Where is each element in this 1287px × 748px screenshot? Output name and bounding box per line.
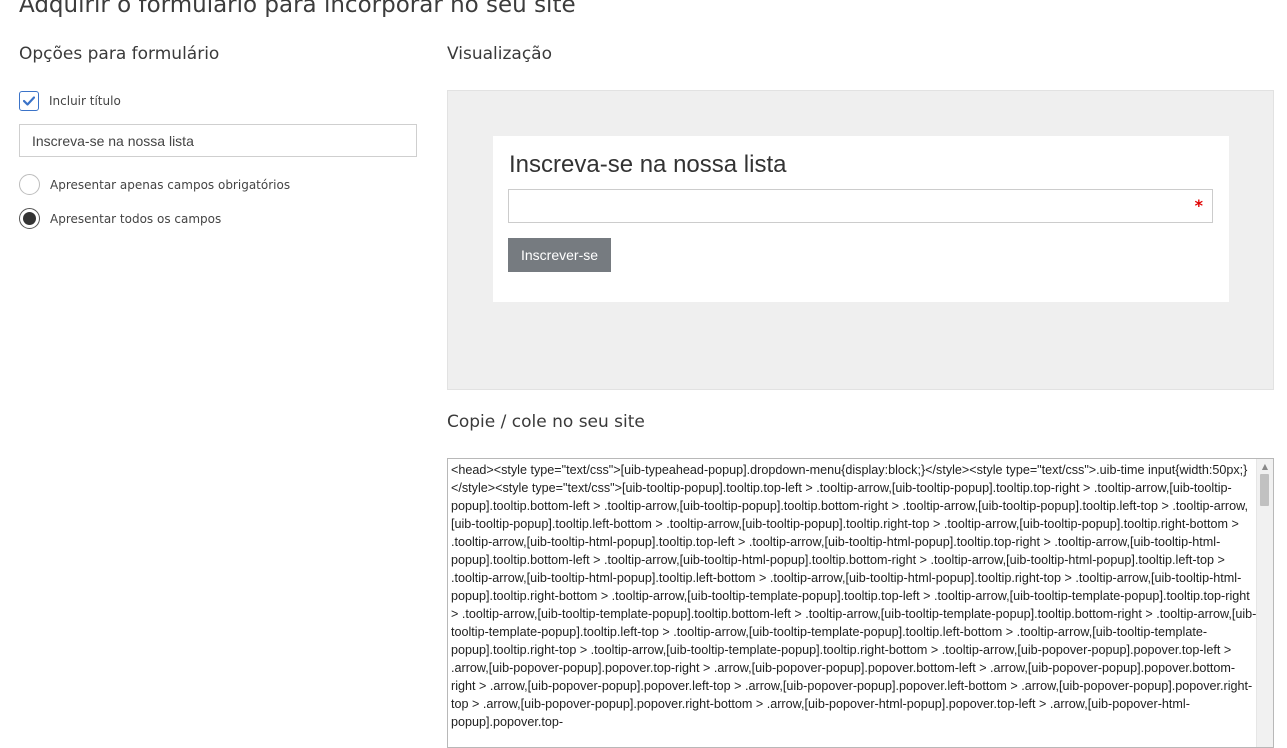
radio-required-fields-option[interactable]: Apresentar apenas campos obrigatórios [19,174,290,195]
preview-panel: Inscreva-se na nossa lista * Inscrever-s… [447,90,1274,390]
include-title-option[interactable]: Incluir título [19,91,121,111]
embed-code-textarea[interactable]: <head><style type="text/css">[uib-typeah… [447,458,1274,748]
preview-email-field[interactable]: * [508,189,1213,223]
chevron-up-icon[interactable]: ▲ [1257,461,1273,473]
radio-required-fields-label: Apresentar apenas campos obrigatórios [50,177,291,192]
radio-all-fields-option[interactable]: Apresentar todos os campos [19,208,221,229]
preview-form-title: Inscreva-se na nossa lista [509,151,787,178]
include-title-checkbox[interactable] [19,91,39,111]
preview-form: Inscreva-se na nossa lista * Inscrever-s… [493,136,1229,302]
preview-heading: Visualização [447,44,552,64]
scroll-thumb[interactable] [1260,474,1269,506]
include-title-label: Incluir título [49,94,121,108]
subscribe-button[interactable]: Inscrever-se [508,238,612,272]
embed-code-text: <head><style type="text/css">[uib-typeah… [451,463,1257,729]
code-scrollbar[interactable]: ▲ [1256,459,1273,747]
radio-all-fields-label: Apresentar todos os campos [50,211,222,226]
radio-selected-dot [23,212,36,225]
code-heading: Copie / cole no seu site [447,412,645,432]
radio-required-fields[interactable] [19,174,40,195]
radio-all-fields[interactable] [19,208,40,229]
title-input[interactable] [19,124,417,157]
required-asterisk-icon: * [1194,196,1203,215]
options-heading: Opções para formulário [19,44,220,64]
checkmark-icon [23,96,35,106]
page-title: Adquirir o formulário para incorporar no… [19,0,576,18]
